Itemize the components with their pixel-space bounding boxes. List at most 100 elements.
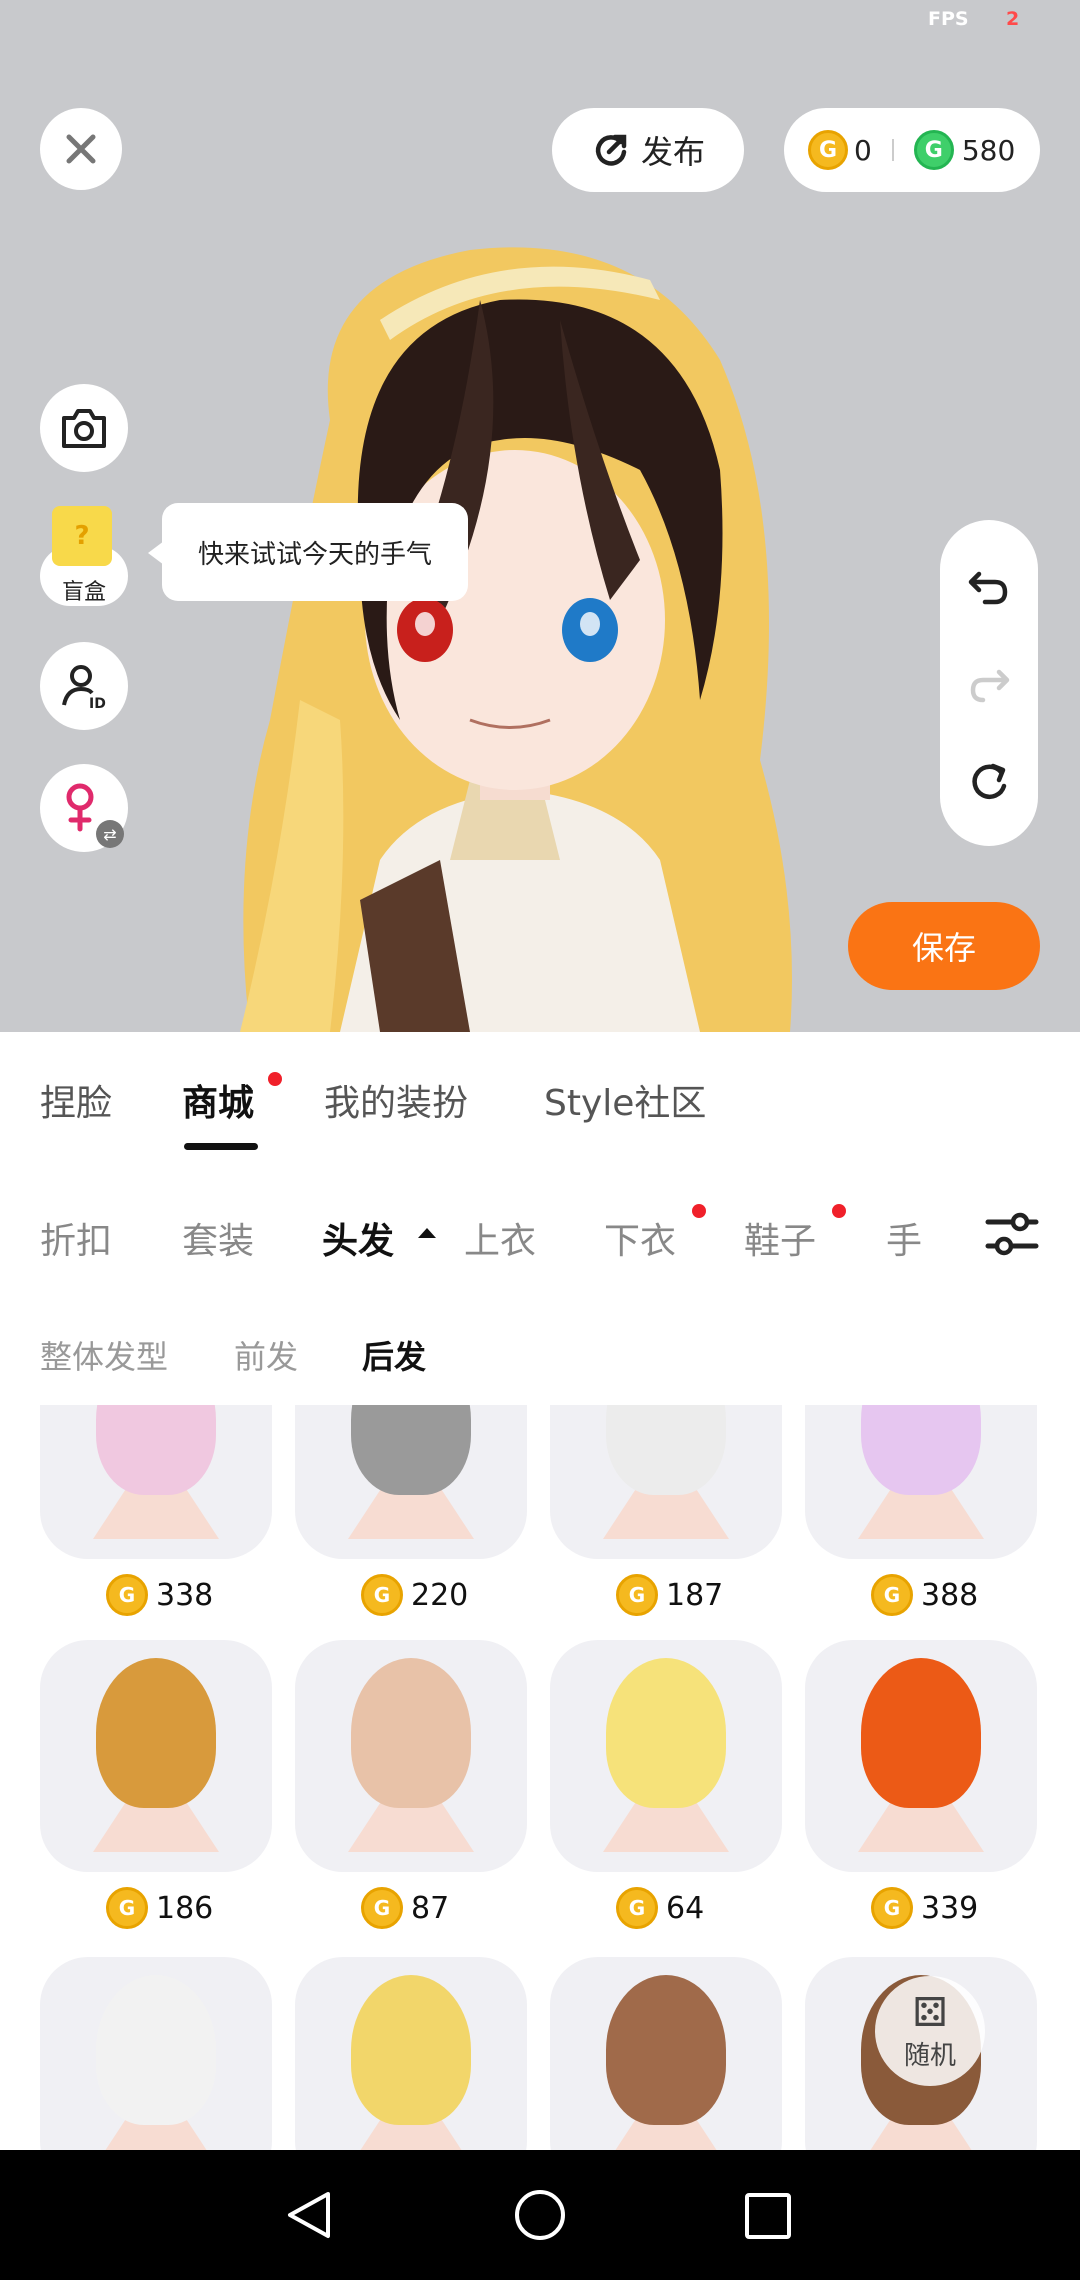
hair-item-card[interactable] bbox=[40, 1405, 272, 1559]
back-icon[interactable] bbox=[284, 2188, 334, 2242]
gold-coin-icon: G bbox=[871, 1887, 913, 1929]
history-controls bbox=[940, 520, 1038, 846]
close-button[interactable] bbox=[40, 108, 122, 190]
gold-coin-icon: G bbox=[361, 1574, 403, 1616]
active-tab-indicator bbox=[184, 1143, 258, 1150]
gold-balance: 0 bbox=[854, 133, 872, 167]
bottom-badge bbox=[692, 1204, 706, 1218]
blindbox-label: 盲盒 bbox=[61, 580, 106, 605]
price-value: 388 bbox=[921, 1577, 979, 1613]
green-balance: 580 bbox=[961, 133, 1016, 167]
subcategory-front-hair[interactable]: 前发 bbox=[234, 1332, 298, 1378]
currency-balance[interactable]: G 0 G 580 bbox=[784, 108, 1040, 192]
fps-value: 2 bbox=[1006, 8, 1020, 30]
item-preview-hair bbox=[606, 1975, 726, 2125]
publish-label: 发布 bbox=[640, 133, 705, 171]
item-price: G 64 bbox=[616, 1886, 704, 1930]
gold-coin-icon: G bbox=[616, 1887, 658, 1929]
random-button[interactable]: ⚄ 随机 bbox=[875, 1976, 985, 2086]
item-preview-hair bbox=[606, 1658, 726, 1808]
hair-item-card[interactable] bbox=[40, 1957, 272, 2150]
dice-icon: ⚄ bbox=[912, 1989, 948, 2036]
category-gloves[interactable]: 手套 bbox=[886, 1212, 950, 1272]
gender-switch-button[interactable]: ⇄ bbox=[40, 764, 128, 852]
random-label: 随机 bbox=[903, 2040, 956, 2071]
undo-icon[interactable] bbox=[967, 566, 1011, 606]
tab-face[interactable]: 捏脸 bbox=[40, 1074, 112, 1126]
shoes-badge bbox=[832, 1204, 846, 1218]
home-icon[interactable] bbox=[513, 2188, 567, 2242]
item-price: G 339 bbox=[871, 1886, 978, 1930]
user-id-icon: ID bbox=[62, 665, 106, 711]
lucky-tooltip: 快来试试今天的手气 bbox=[148, 503, 468, 601]
tab-my-outfit[interactable]: 我的装扮 bbox=[324, 1074, 468, 1126]
hair-item-card[interactable] bbox=[550, 1640, 782, 1872]
category-bottom[interactable]: 下衣 bbox=[604, 1212, 676, 1264]
hair-item-card[interactable] bbox=[805, 1405, 1037, 1559]
gold-coin-icon: G bbox=[808, 130, 848, 170]
item-price: G 186 bbox=[106, 1886, 213, 1930]
item-preview-hair bbox=[96, 1975, 216, 2125]
camera-button[interactable] bbox=[40, 384, 128, 472]
gold-coin-icon: G bbox=[616, 1574, 658, 1616]
green-coin-icon: G bbox=[913, 130, 954, 170]
redo-icon[interactable] bbox=[967, 664, 1011, 704]
price-value: 187 bbox=[666, 1577, 724, 1613]
item-preview-hair bbox=[96, 1658, 216, 1808]
filter-icon[interactable] bbox=[984, 1208, 1040, 1260]
category-discount[interactable]: 折扣 bbox=[40, 1212, 112, 1264]
item-preview-hair bbox=[861, 1405, 981, 1495]
reset-icon[interactable] bbox=[967, 760, 1011, 804]
avatar-id-button[interactable]: ID bbox=[40, 642, 128, 730]
avatar-preview[interactable]: FPS 2 发布 G 0 G 580 ? 盲盒 快来试试今天的手气 ID ⇄ 保… bbox=[0, 0, 1080, 1032]
hair-item-card[interactable] bbox=[40, 1640, 272, 1872]
blindbox-button[interactable]: ? 盲盒 bbox=[40, 506, 128, 606]
item-preview-hair bbox=[606, 1405, 726, 1495]
camera-icon bbox=[62, 409, 106, 448]
gold-coin-icon: G bbox=[106, 1574, 148, 1616]
price-value: 186 bbox=[156, 1890, 214, 1926]
close-icon bbox=[66, 134, 96, 164]
item-preview-hair bbox=[96, 1405, 216, 1495]
gold-coin-icon: G bbox=[871, 1574, 913, 1616]
price-value: 64 bbox=[666, 1890, 705, 1926]
item-preview-hair bbox=[351, 1405, 471, 1495]
item-preview-hair bbox=[351, 1658, 471, 1808]
hair-item-card[interactable] bbox=[295, 1957, 527, 2150]
recents-icon[interactable] bbox=[744, 2192, 792, 2240]
save-button[interactable]: 保存 bbox=[848, 902, 1040, 990]
balance-divider bbox=[891, 139, 894, 161]
category-bar: 折扣 套装 头发 上衣 下衣 鞋子 手套 bbox=[0, 1192, 950, 1272]
publish-icon bbox=[595, 134, 627, 166]
subcategory-full-hairstyle[interactable]: 整体发型 bbox=[40, 1332, 168, 1378]
fps-label: FPS bbox=[928, 8, 969, 30]
price-value: 220 bbox=[411, 1577, 469, 1613]
item-price: G 220 bbox=[361, 1573, 468, 1617]
price-value: 339 bbox=[921, 1890, 979, 1926]
subcategory-back-hair[interactable]: 后发 bbox=[362, 1332, 426, 1378]
hair-item-card[interactable] bbox=[295, 1640, 527, 1872]
blindbox-icon: ? bbox=[52, 506, 112, 566]
category-top[interactable]: 上衣 bbox=[464, 1212, 536, 1264]
item-preview-hair bbox=[861, 1658, 981, 1808]
item-price: G 388 bbox=[871, 1573, 978, 1617]
tab-shop[interactable]: 商城 bbox=[182, 1074, 254, 1126]
hair-item-card[interactable] bbox=[550, 1957, 782, 2150]
item-price: G 187 bbox=[616, 1573, 723, 1617]
hair-item-card[interactable] bbox=[805, 1640, 1037, 1872]
category-suit[interactable]: 套装 bbox=[182, 1212, 254, 1264]
category-shoes[interactable]: 鞋子 bbox=[744, 1212, 816, 1264]
svg-text:ID: ID bbox=[89, 696, 106, 711]
tab-style-community[interactable]: Style社区 bbox=[544, 1074, 706, 1126]
item-preview-hair bbox=[351, 1975, 471, 2125]
hair-item-card[interactable] bbox=[295, 1405, 527, 1559]
switch-icon: ⇄ bbox=[96, 820, 124, 848]
item-price: G 87 bbox=[361, 1886, 449, 1930]
price-value: 87 bbox=[411, 1890, 450, 1926]
price-value: 338 bbox=[156, 1577, 214, 1613]
shop-badge bbox=[268, 1072, 282, 1086]
caret-up-icon bbox=[418, 1228, 436, 1238]
category-hair[interactable]: 头发 bbox=[322, 1212, 394, 1264]
publish-button[interactable]: 发布 bbox=[552, 108, 744, 192]
hair-item-card[interactable] bbox=[550, 1405, 782, 1559]
